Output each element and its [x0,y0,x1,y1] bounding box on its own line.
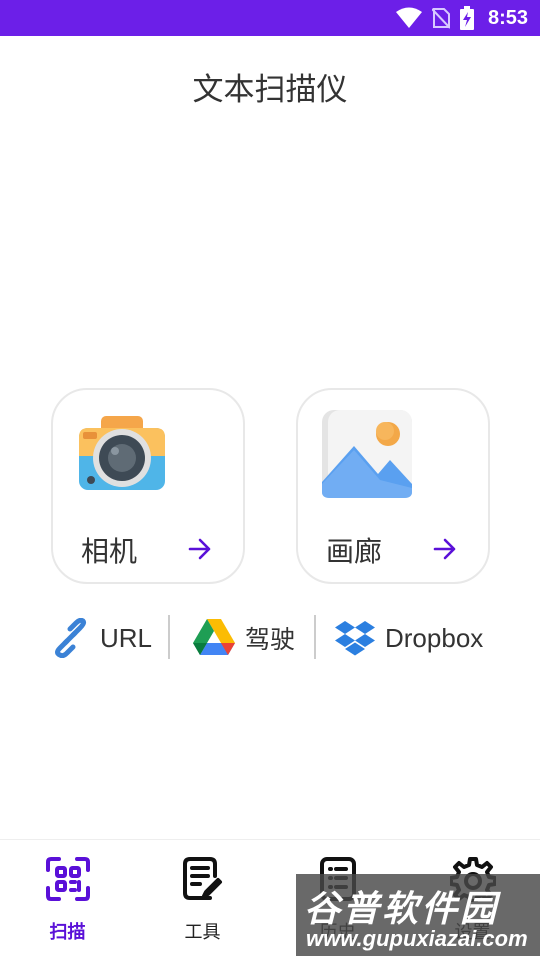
no-sim-icon [431,8,450,29]
link-icon [55,618,87,658]
drive-source-button[interactable]: 驾驶 [193,612,295,664]
qr-scan-icon [46,857,90,901]
divider [168,615,170,659]
watermark-url: www.gupuxiazai.com [306,926,528,951]
dropbox-label: Dropbox [385,622,484,653]
watermark-text: 谷普软件园 [304,889,500,930]
divider [314,615,316,659]
url-source-button[interactable]: URL [50,612,152,664]
gallery-icon [322,410,412,498]
nav-tools-label: 工具 [184,922,221,943]
drive-label: 驾驶 [245,625,296,654]
camera-icon [79,416,165,490]
import-sources: URL 驾驶 Dropbox [0,612,540,664]
gallery-card[interactable]: 画廊 [296,388,490,584]
status-bar: 8:53 [0,0,540,36]
arrow-right-icon [433,538,456,560]
url-label: URL [100,622,153,653]
google-drive-icon [193,619,235,655]
battery-charging-icon [459,6,474,30]
nav-scan[interactable]: 扫描 [0,840,135,960]
camera-label: 相机 [81,535,138,568]
dropbox-source-button[interactable]: Dropbox [335,612,483,664]
watermark: 谷普软件园 www.gupuxiazai.com [296,874,540,956]
status-time: 8:53 [487,6,528,29]
nav-tools[interactable]: 工具 [135,840,270,960]
dropbox-icon [335,621,375,656]
gallery-label: 画廊 [326,535,383,568]
camera-card[interactable]: 相机 [51,388,245,584]
status-icons: 8:53 [395,0,528,36]
arrow-right-icon [188,538,211,560]
wifi-icon [395,7,422,28]
document-edit-icon [183,857,222,900]
nav-scan-label: 扫描 [49,922,86,943]
page-title: 文本扫描仪 [192,72,348,108]
